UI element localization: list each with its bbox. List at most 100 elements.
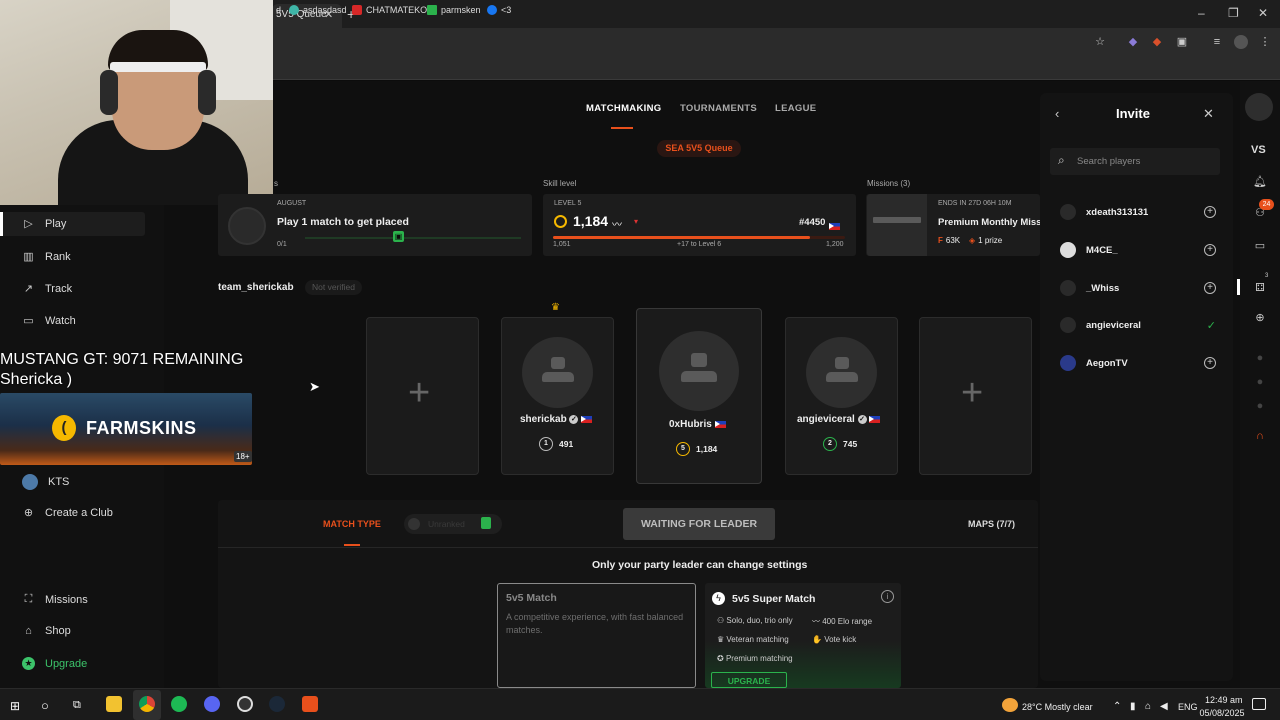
nav-item-missions[interactable]: ⛶ Missions [22, 593, 88, 606]
notification-center-icon[interactable] [1252, 698, 1266, 710]
add-player-icon[interactable]: + [408, 372, 430, 415]
add-player-icon[interactable]: + [961, 372, 983, 415]
nav-item-watch[interactable]: ▭ Watch [22, 314, 75, 328]
mode-feature: ⚇ Solo, duo, trio only [717, 616, 793, 625]
search-icon[interactable]: ○ [41, 698, 49, 713]
tab-tournaments[interactable]: TOURNAMENTS [680, 103, 757, 114]
weather-text[interactable]: 28°C Mostly clear [1022, 702, 1093, 712]
invite-row[interactable]: xdeath313131 + [1060, 202, 1216, 222]
nav-item-upgrade[interactable]: ★ Upgrade [22, 657, 87, 670]
bookmark-item[interactable]: d [276, 5, 281, 15]
tab-league[interactable]: LEAGUE [775, 103, 816, 114]
invite-title: Invite [1116, 106, 1150, 121]
nav-item-create-club[interactable]: ⊕ Create a Club [22, 506, 113, 520]
close-icon[interactable]: ✕ [1203, 106, 1214, 122]
mode-title: 5v5 Super Match [732, 593, 816, 605]
skill-max: 1,200 [826, 241, 844, 248]
maps-tab[interactable]: MAPS (7/7) [968, 519, 1015, 529]
upgrade-button[interactable]: UPGRADE [711, 672, 787, 688]
queue-region-badge[interactable]: SEA 5V5 Queue [657, 140, 741, 157]
nav-item-rank[interactable]: ▥ Rank [22, 250, 70, 264]
minimize-icon[interactable]: – [1198, 6, 1205, 20]
skill-level-header: Skill level [543, 179, 577, 188]
steam-icon[interactable] [269, 696, 285, 712]
mode-title: 5v5 Match [506, 592, 557, 604]
tray-chevron-icon[interactable]: ⌃ [1113, 701, 1121, 712]
bookmark-item[interactable]: asdasdasd [289, 5, 347, 15]
search-placeholder: Search players [1077, 156, 1141, 167]
player-name: angieviceral ✓ [797, 414, 881, 425]
app-icon[interactable] [237, 696, 253, 712]
elo-trend-icon: 〰 [612, 220, 622, 231]
waiting-for-leader-button[interactable]: WAITING FOR LEADER [623, 508, 775, 540]
microphone-icon[interactable]: ▮ [1130, 701, 1136, 712]
match-type-label[interactable]: MATCH TYPE [323, 519, 381, 529]
active-tab-underline [611, 127, 633, 129]
reading-list-icon[interactable]: ≡ [1210, 35, 1224, 49]
add-circle-icon[interactable]: + [1204, 282, 1216, 294]
add-circle-icon[interactable]: ⊕ [1252, 311, 1268, 325]
more-menu-icon[interactable]: ⋮ [1258, 35, 1272, 49]
extension-icon[interactable]: ◆ [1150, 35, 1164, 49]
team-name[interactable]: team_sherickab [218, 282, 294, 293]
nav-active-indicator [0, 212, 3, 236]
search-icon: ⌕ [1058, 153, 1065, 167]
bookmark-item[interactable]: parmsken [427, 5, 481, 15]
tab-matchmaking[interactable]: MATCHMAKING [586, 103, 661, 114]
windows-start-icon[interactable]: ⊞ [10, 699, 20, 713]
party-icon[interactable]: ⚃ [1252, 281, 1268, 295]
bookmark-star-icon[interactable]: ☆ [1093, 35, 1107, 49]
network-icon[interactable]: ⌂ [1145, 701, 1151, 712]
invite-row[interactable]: AegonTV + [1060, 353, 1216, 373]
user-avatar[interactable] [1245, 93, 1273, 121]
add-circle-icon[interactable]: + [1204, 244, 1216, 256]
chrome-icon[interactable] [139, 696, 155, 712]
faceit-icon[interactable] [302, 696, 318, 712]
level-5-icon [554, 215, 567, 228]
notifications-bell-icon[interactable]: 🔔︎ [1252, 175, 1268, 189]
discord-icon[interactable] [204, 696, 220, 712]
star-icon: ✪ [717, 654, 726, 663]
file-explorer-icon[interactable] [106, 696, 122, 712]
bookmark-item[interactable]: CHATMATEKO [352, 5, 427, 15]
chat-icon[interactable]: ▭ [1252, 239, 1268, 253]
nav-item-track[interactable]: ↗ Track [22, 282, 72, 296]
bookmark-item[interactable]: <3 [487, 5, 511, 15]
player-avatar [659, 331, 739, 411]
extensions-puzzle-icon[interactable]: ▣ [1175, 35, 1189, 49]
volume-icon[interactable]: ◀ [1160, 701, 1168, 712]
search-input[interactable]: ⌕ Search players [1050, 148, 1220, 175]
elo-down-icon: ▾ [634, 217, 639, 226]
add-circle-icon[interactable]: + [1204, 206, 1216, 218]
invite-row[interactable]: _Whiss + [1060, 278, 1216, 298]
nav-item-shop[interactable]: ⌂ Shop [22, 625, 71, 637]
invite-row[interactable]: M4CE_ + [1060, 240, 1216, 260]
profile-avatar[interactable] [1234, 35, 1248, 49]
skill-to-next: +17 to Level 6 [677, 241, 722, 248]
language-indicator[interactable]: ENG [1178, 702, 1198, 712]
points-icon: F [938, 236, 943, 245]
vs-icon[interactable]: VS [1251, 144, 1266, 156]
player-avatar [1060, 317, 1076, 333]
window-close-icon[interactable]: ✕ [1258, 6, 1268, 20]
play-icon: ▷ [24, 218, 33, 230]
headset-support-icon[interactable]: ∩ [1252, 430, 1268, 444]
spotify-icon[interactable] [171, 696, 187, 712]
clock-time[interactable]: 12:49 am [1205, 695, 1243, 705]
skill-rank: #4450 [799, 217, 826, 228]
goal-text: MUSTANG GT: 9071 REMAINING [0, 351, 244, 368]
extension-icon[interactable]: ◆ [1126, 35, 1140, 49]
sponsor-banner: ( FARMSKINS 18+ [0, 393, 252, 465]
invite-row[interactable]: angieviceral ✓ [1060, 315, 1216, 335]
plus-circle-icon: ⊕ [23, 507, 34, 519]
clock-date[interactable]: 05/08/2025 [1199, 708, 1245, 718]
task-view-icon[interactable]: ⧉ [73, 699, 81, 712]
maximize-icon[interactable]: ❐ [1228, 6, 1239, 20]
back-arrow-icon[interactable]: ‹ [1055, 106, 1059, 121]
nav-item-play[interactable]: ▷ Play [22, 217, 66, 231]
leader-crown-icon: ♛ [551, 302, 560, 313]
player-elo: 1 491 [539, 437, 573, 451]
add-circle-icon[interactable]: + [1204, 357, 1216, 369]
nav-item-club-kts[interactable]: KTS [22, 474, 69, 490]
info-icon[interactable]: i [881, 590, 894, 603]
